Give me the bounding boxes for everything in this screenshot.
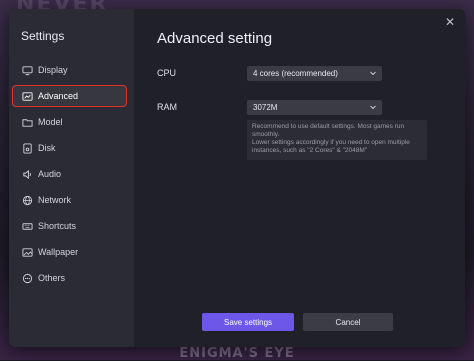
settings-panel: ✕ Advanced setting CPU 4 cores (recommen… xyxy=(134,9,465,347)
cpu-label: CPU xyxy=(157,68,177,78)
settings-hint: Recommend to use default settings. Most … xyxy=(247,120,427,160)
chevron-down-icon xyxy=(370,71,376,76)
sidebar-item-shortcuts[interactable]: Shortcuts xyxy=(9,213,134,239)
close-icon[interactable]: ✕ xyxy=(445,15,455,29)
backdrop-caption: ENIGMA'S EYE xyxy=(179,346,295,361)
audio-icon xyxy=(22,169,33,180)
sidebar-item-wallpaper[interactable]: Wallpaper xyxy=(9,239,134,265)
sidebar-title: Settings xyxy=(21,29,65,43)
cpu-select-value: 4 cores (recommended) xyxy=(253,69,338,78)
settings-sidebar: Settings Display Advanced Model Disk Aud… xyxy=(9,9,134,347)
globe-icon xyxy=(22,195,33,206)
sidebar-item-network[interactable]: Network xyxy=(9,187,134,213)
sidebar-item-others[interactable]: Others xyxy=(9,265,134,291)
sidebar-item-label: Shortcuts xyxy=(38,221,77,231)
folder-icon xyxy=(22,117,33,128)
sidebar-item-display[interactable]: Display xyxy=(9,57,134,83)
settings-dialog: Settings Display Advanced Model Disk Aud… xyxy=(9,9,465,347)
wallpaper-icon xyxy=(22,247,33,258)
sidebar-item-label: Display xyxy=(38,65,68,75)
sidebar-item-label: Audio xyxy=(38,169,62,179)
chevron-down-icon xyxy=(370,105,376,110)
sidebar-item-model[interactable]: Model xyxy=(9,109,134,135)
sidebar-item-label: Disk xyxy=(38,143,56,153)
save-button[interactable]: Save settings xyxy=(202,313,294,331)
sidebar-nav: Display Advanced Model Disk Audio Networ… xyxy=(9,57,134,291)
cancel-button[interactable]: Cancel xyxy=(303,313,393,331)
page-title: Advanced setting xyxy=(157,30,273,47)
ram-select[interactable]: 3072M xyxy=(247,100,382,115)
disk-icon xyxy=(22,142,33,154)
ram-select-value: 3072M xyxy=(253,103,278,112)
sidebar-item-label: Advanced xyxy=(38,91,79,101)
sidebar-item-label: Network xyxy=(38,195,72,205)
cpu-select[interactable]: 4 cores (recommended) xyxy=(247,66,382,81)
others-icon xyxy=(22,273,33,284)
ram-label: RAM xyxy=(157,102,177,112)
sidebar-item-advanced[interactable]: Advanced xyxy=(9,83,134,109)
sidebar-item-label: Model xyxy=(38,117,63,127)
sidebar-item-label: Wallpaper xyxy=(38,247,79,257)
sidebar-item-audio[interactable]: Audio xyxy=(9,161,134,187)
advanced-icon xyxy=(22,91,33,102)
keyboard-icon xyxy=(22,221,33,232)
sidebar-item-disk[interactable]: Disk xyxy=(9,135,134,161)
monitor-icon xyxy=(22,65,33,76)
sidebar-item-label: Others xyxy=(38,273,66,283)
